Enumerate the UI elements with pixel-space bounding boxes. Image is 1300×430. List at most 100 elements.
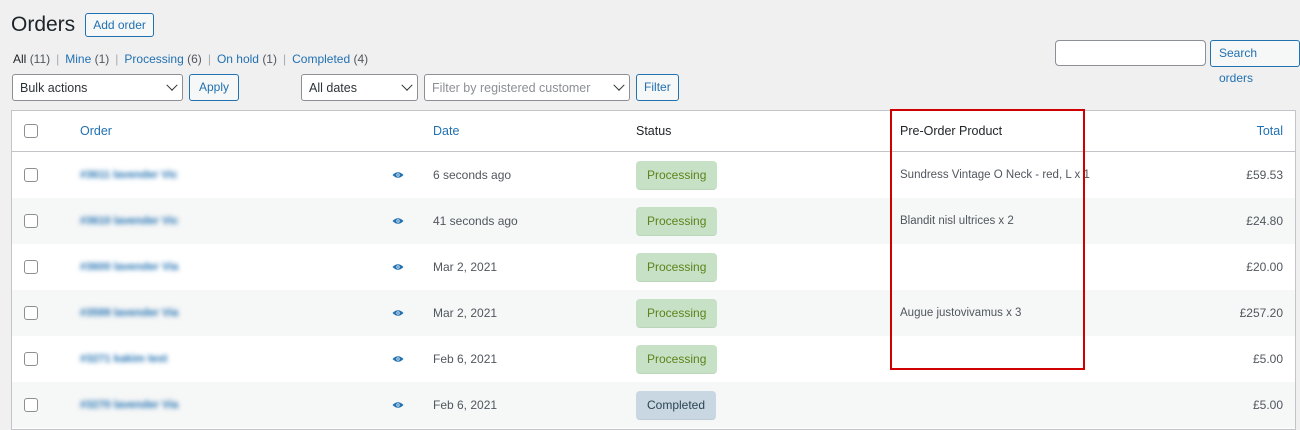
table-row[interactable]: #3599 lavender Via Mar 2, 2021 Processin… bbox=[12, 290, 1295, 336]
title-row: Orders Add order bbox=[11, 12, 154, 38]
filter-button[interactable]: Filter bbox=[636, 74, 679, 101]
view-completed-count: (4) bbox=[353, 52, 369, 66]
view-processing-label[interactable]: Processing bbox=[124, 52, 183, 66]
preview-cell bbox=[392, 152, 404, 198]
total-cell: £5.00 bbox=[1253, 382, 1283, 428]
row-checkbox[interactable] bbox=[24, 352, 38, 366]
order-link[interactable]: #3599 lavender Via bbox=[80, 307, 178, 319]
eye-icon[interactable] bbox=[392, 217, 404, 225]
view-processing[interactable]: Processing (6) bbox=[124, 52, 201, 66]
table-row[interactable]: #3600 lavender Via Mar 2, 2021 Processin… bbox=[12, 244, 1295, 290]
chevron-down-icon bbox=[166, 79, 178, 91]
status-views: All (11) | Mine (1) | Processing (6) | O… bbox=[13, 52, 368, 66]
row-checkbox[interactable] bbox=[24, 260, 38, 274]
date-cell: Mar 2, 2021 bbox=[433, 290, 497, 336]
search-box: Search orders bbox=[1055, 40, 1300, 85]
column-date[interactable]: Date bbox=[433, 111, 459, 151]
view-completed-label[interactable]: Completed bbox=[292, 52, 350, 66]
row-checkbox-cell bbox=[24, 152, 38, 198]
row-checkbox[interactable] bbox=[24, 214, 38, 228]
order-link[interactable]: #3611 lavender Vic bbox=[80, 169, 178, 181]
select-all-cell bbox=[24, 111, 38, 151]
order-total: £5.00 bbox=[1252, 352, 1283, 366]
column-date-label[interactable]: Date bbox=[433, 124, 459, 138]
order-link[interactable]: #3610 lavender Vic bbox=[80, 215, 178, 227]
column-status: Status bbox=[636, 111, 671, 151]
row-checkbox-cell bbox=[24, 336, 38, 382]
order-cell: #3270 lavender Via bbox=[80, 382, 178, 428]
row-checkbox-cell bbox=[24, 382, 38, 428]
column-status-label: Status bbox=[636, 124, 672, 138]
view-on-hold-count: (1) bbox=[262, 52, 277, 66]
order-link[interactable]: #3600 lavender Via bbox=[80, 261, 178, 273]
view-completed[interactable]: Completed (4) bbox=[292, 52, 368, 66]
date-cell: Feb 6, 2021 bbox=[433, 336, 497, 382]
total-cell: £20.00 bbox=[1246, 244, 1283, 290]
chevron-down-icon bbox=[613, 79, 625, 91]
preorder-cell: Blandit nisl ultrices x 2 bbox=[900, 198, 1014, 244]
order-cell: #3271 kakim test bbox=[80, 336, 167, 382]
search-input[interactable] bbox=[1055, 40, 1206, 66]
row-checkbox-cell bbox=[24, 198, 38, 244]
order-cell: #3599 lavender Via bbox=[80, 290, 178, 336]
eye-icon[interactable] bbox=[392, 355, 404, 363]
eye-icon[interactable] bbox=[392, 401, 404, 409]
total-cell: £24.80 bbox=[1246, 198, 1283, 244]
status-badge: Processing bbox=[636, 160, 718, 190]
chevron-down-icon bbox=[401, 79, 413, 91]
orders-table: Order Date Status Pre-Order Product Tota… bbox=[11, 110, 1296, 430]
view-all-label: All bbox=[13, 52, 27, 66]
customer-filter-select[interactable]: Filter by registered customer bbox=[424, 74, 631, 101]
column-preorder-label: Pre-Order Product bbox=[900, 124, 1003, 138]
view-processing-count: (6) bbox=[187, 52, 202, 66]
status-badge: Completed bbox=[636, 390, 717, 420]
status-cell: Processing bbox=[636, 290, 718, 336]
preorder-product: Sundress Vintage O Neck - red, L x 1 bbox=[900, 169, 1090, 181]
order-date: 6 seconds ago bbox=[433, 168, 512, 182]
search-orders-button[interactable]: Search orders bbox=[1210, 40, 1300, 85]
date-cell: 41 seconds ago bbox=[433, 198, 518, 244]
bulk-actions-select[interactable]: Bulk actions bbox=[12, 74, 183, 101]
order-total: £24.80 bbox=[1246, 214, 1283, 228]
total-cell: £5.00 bbox=[1253, 336, 1283, 382]
row-checkbox-cell bbox=[24, 290, 38, 336]
view-all-count: (11) bbox=[29, 52, 51, 66]
status-cell: Processing bbox=[636, 244, 718, 290]
dates-select[interactable]: All dates bbox=[301, 74, 419, 101]
column-total[interactable]: Total bbox=[1257, 111, 1283, 151]
apply-button[interactable]: Apply bbox=[189, 74, 240, 101]
column-total-label[interactable]: Total bbox=[1257, 124, 1283, 138]
view-on-hold[interactable]: On hold (1) bbox=[217, 52, 277, 66]
table-row[interactable]: #3271 kakim test Feb 6, 2021 Processing … bbox=[12, 336, 1295, 382]
select-all-checkbox[interactable] bbox=[24, 124, 38, 138]
status-badge: Processing bbox=[636, 206, 718, 236]
eye-icon[interactable] bbox=[392, 171, 404, 179]
column-order[interactable]: Order bbox=[80, 111, 112, 151]
eye-icon[interactable] bbox=[392, 263, 404, 271]
order-cell: #3600 lavender Via bbox=[80, 244, 178, 290]
eye-icon[interactable] bbox=[392, 309, 404, 317]
table-row[interactable]: #3610 lavender Vic 41 seconds ago Proces… bbox=[12, 198, 1295, 244]
date-cell: Mar 2, 2021 bbox=[433, 244, 497, 290]
bulk-actions-value: Bulk actions bbox=[20, 80, 88, 95]
view-all[interactable]: All (11) bbox=[13, 52, 50, 66]
row-checkbox[interactable] bbox=[24, 398, 38, 412]
preview-cell bbox=[392, 244, 404, 290]
order-total: £5.00 bbox=[1252, 398, 1283, 412]
column-order-label[interactable]: Order bbox=[80, 124, 112, 138]
row-checkbox[interactable] bbox=[24, 168, 38, 182]
view-mine-label[interactable]: Mine bbox=[65, 52, 91, 66]
view-mine-count: (1) bbox=[94, 52, 110, 66]
table-row[interactable]: #3611 lavender Vic 6 seconds ago Process… bbox=[12, 152, 1295, 198]
preorder-product: Augue justovivamus x 3 bbox=[900, 307, 1022, 319]
view-on-hold-label[interactable]: On hold bbox=[217, 52, 259, 66]
table-row[interactable]: #3270 lavender Via Feb 6, 2021 Completed… bbox=[12, 382, 1295, 428]
row-checkbox[interactable] bbox=[24, 306, 38, 320]
table-header: Order Date Status Pre-Order Product Tota… bbox=[12, 111, 1295, 152]
add-order-button[interactable]: Add order bbox=[85, 13, 154, 37]
order-link[interactable]: #3271 kakim test bbox=[80, 353, 167, 365]
preview-cell bbox=[392, 198, 404, 244]
order-date: Mar 2, 2021 bbox=[433, 260, 498, 274]
view-mine[interactable]: Mine (1) bbox=[65, 52, 109, 66]
order-link[interactable]: #3270 lavender Via bbox=[80, 399, 178, 411]
